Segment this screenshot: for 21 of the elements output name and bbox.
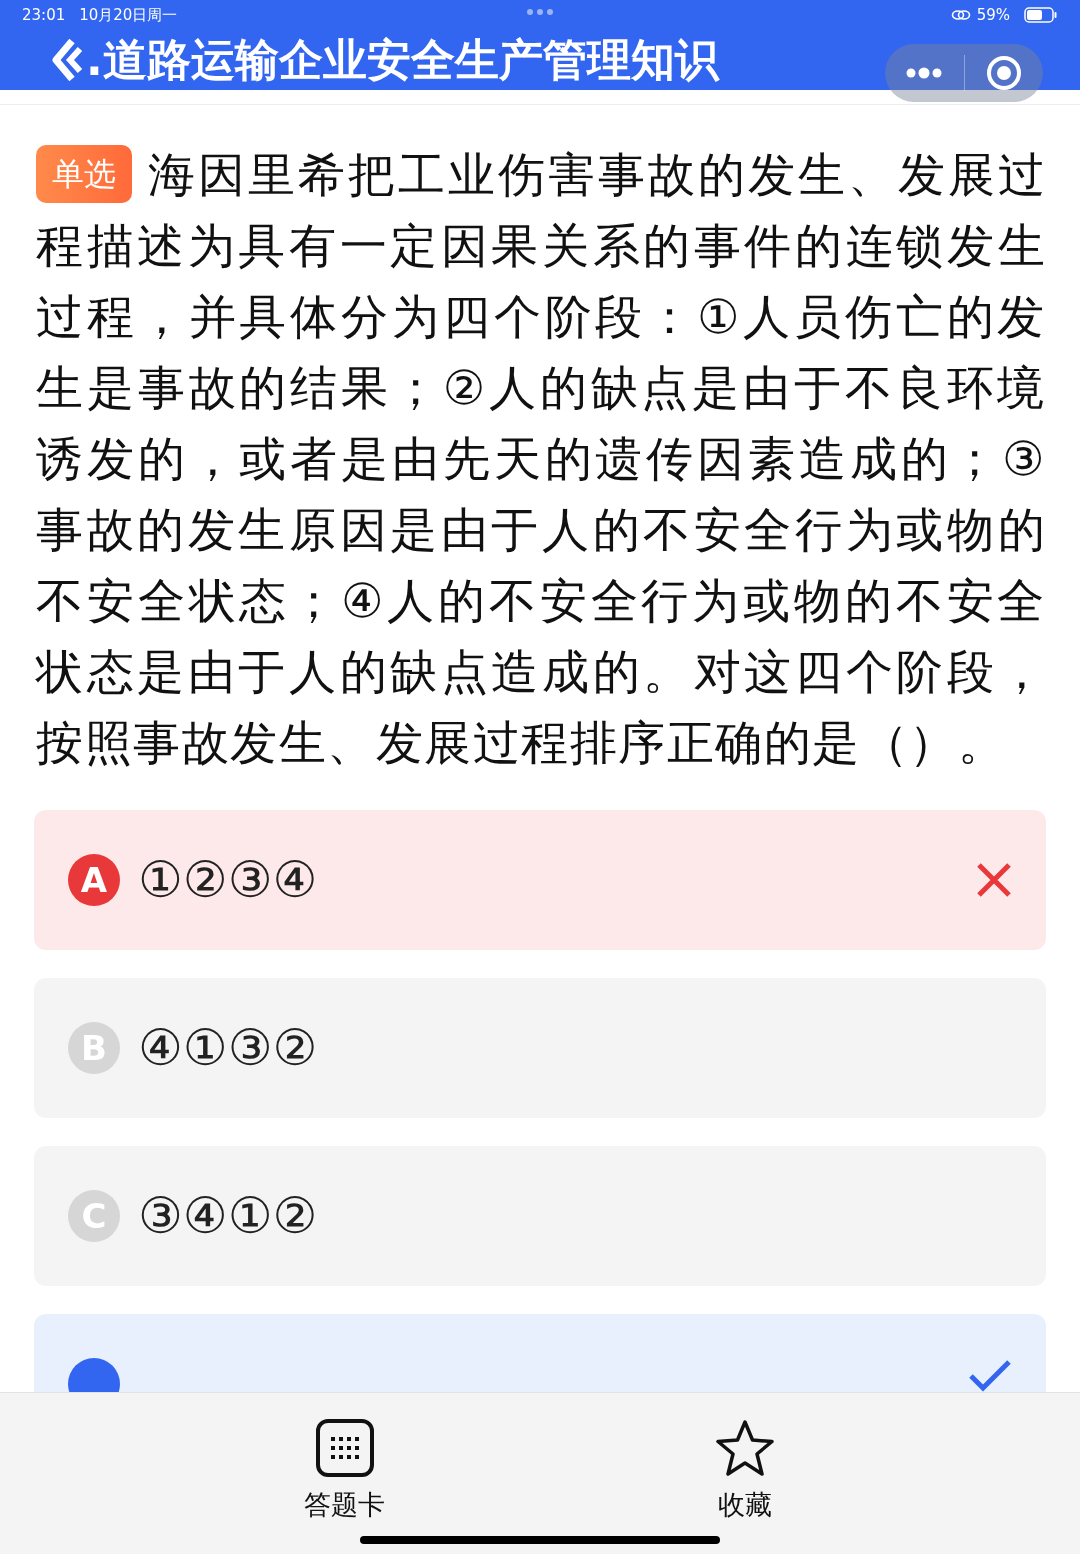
star-icon [713, 1419, 776, 1477]
option-text: ①②③④ [138, 851, 319, 909]
status-time: 23:01 [22, 6, 66, 24]
bottom-bar-button[interactable]: 收藏 [707, 1393, 782, 1554]
more-icon[interactable] [905, 67, 944, 79]
battery-percent: 59% [976, 6, 1010, 24]
option-text: ③④①② [138, 1187, 319, 1245]
check-icon [968, 1358, 1012, 1392]
page-title: .道路运输企业安全生产管理知识 [86, 32, 719, 87]
more-dots-icon [526, 8, 554, 16]
question-text: 单选 海因里希把工业伤害事故的发生、发展过程描述为具有一定因果关系的事件的连锁发生过程，并具体分为四个阶段：①人员伤亡的发生是事故的结果；②人的缺点是由于不良环境诱发的，或者是由先天的遗传因素造成的；③事故的发生原因是由于人的不安全行为或物的不安全状态；④人的不安全行为或物的不安全状态是由于人的缺点造成的。对这四个阶段，按照事故发生、发展过程排序正确的是（）。 [34, 144, 1047, 772]
answer-option[interactable]: A ①②③④ [34, 810, 1046, 950]
status-date: 10月20日周一 [79, 5, 178, 25]
question-type-tag: 单选 [36, 145, 132, 203]
battery-icon [1024, 7, 1058, 23]
grid-icon [315, 1419, 374, 1477]
link-icon [950, 9, 971, 21]
cross-icon [976, 862, 1012, 898]
option-text: ④①③② [138, 1019, 319, 1077]
option-letter: A [68, 854, 120, 906]
bottom-bar-button[interactable]: 答题卡 [298, 1393, 392, 1554]
